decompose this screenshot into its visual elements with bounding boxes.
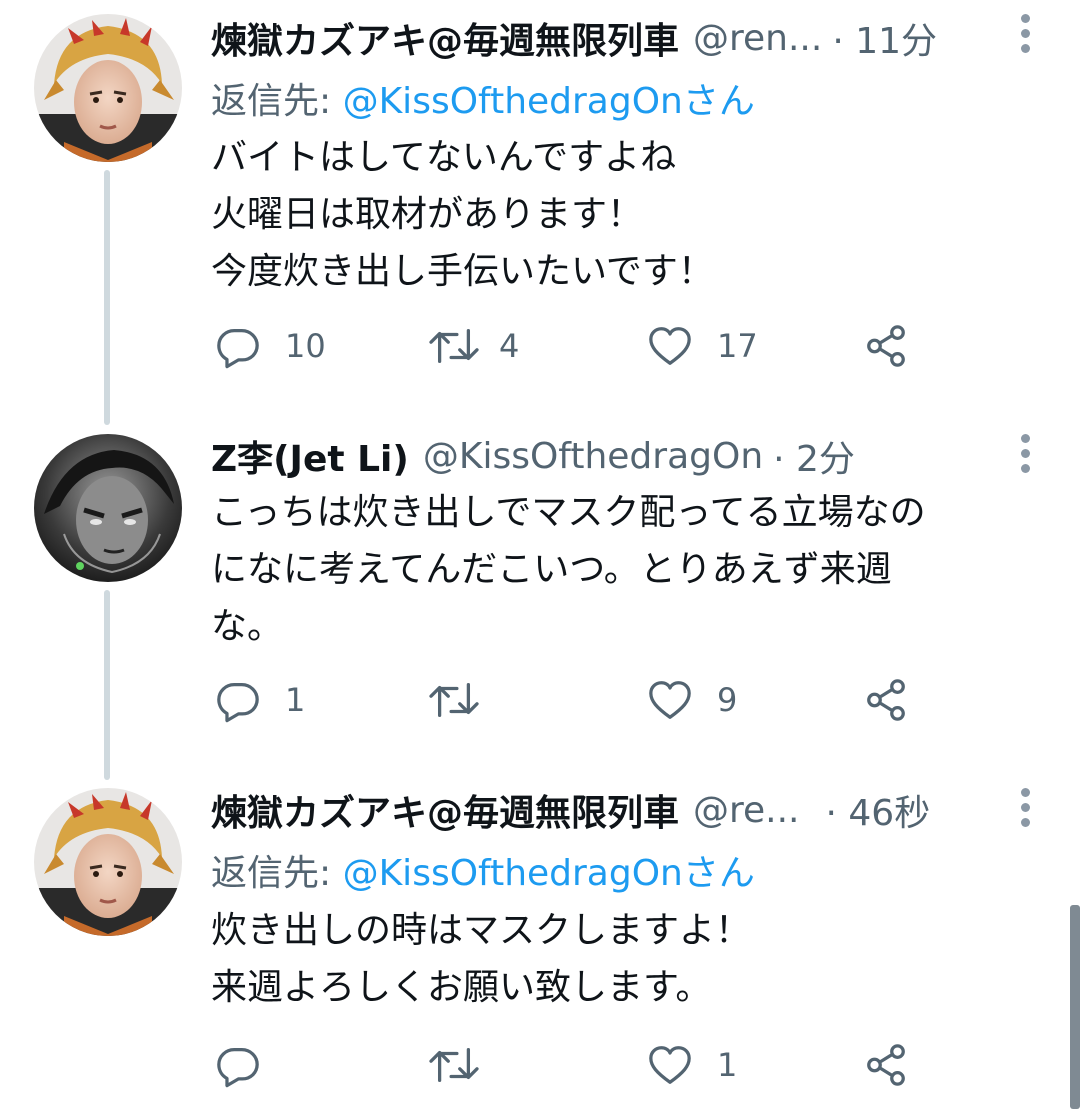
action-bar: 1 9 (211, 670, 931, 730)
retweet-icon (427, 323, 481, 369)
timestamp[interactable]: · 2分 (773, 430, 855, 482)
reply-button[interactable] (215, 1035, 285, 1095)
like-count: 17 (717, 327, 758, 365)
scrollbar[interactable] (1070, 905, 1080, 1109)
reply-button[interactable]: 1 (215, 670, 305, 730)
retweet-button[interactable]: 4 (427, 316, 519, 376)
tweet-text-line: になに考えてんだこいつ。とりあえず来週 (211, 549, 892, 590)
display-name[interactable]: Z李(Jet Li) (211, 430, 409, 482)
tweet-text-line: 炊き出しの時はマスクしますよ！ (211, 910, 752, 951)
reply-icon (215, 677, 261, 723)
retweet-count: 4 (499, 327, 520, 365)
share-button[interactable] (863, 670, 909, 730)
user-handle[interactable]: @re... (693, 790, 800, 831)
user-handle[interactable]: @KissOfthedragOn (423, 436, 763, 477)
reply-icon (215, 323, 261, 369)
action-bar: 1 (211, 1035, 931, 1095)
reply-count: 10 (285, 327, 326, 365)
tweet-text-line: バイトはしてないんですよね (211, 137, 677, 178)
retweet-button[interactable] (427, 670, 505, 730)
thread-line (104, 590, 110, 780)
tweet-3[interactable]: 煉獄カズアキ@毎週無限列車 @re... · 46秒 返信先: @KissOft… (0, 780, 1080, 1109)
timestamp[interactable]: · 11分 (832, 12, 937, 64)
retweet-icon (427, 1042, 481, 1088)
tweet-2[interactable]: Z李(Jet Li) @KissOfthedragOn · 2分 こっちは炊き出… (0, 420, 1080, 780)
heart-icon (647, 677, 693, 723)
display-name[interactable]: 煉獄カズアキ@毎週無限列車 (211, 784, 679, 836)
tweet-header: 煉獄カズアキ@毎週無限列車 @ren... · 11分 (211, 13, 1010, 63)
reply-mention-link[interactable]: @KissOfthedragOnさん (343, 81, 755, 122)
heart-icon (647, 323, 693, 369)
tweet-text: こっちは炊き出しでマスク配ってる立場なの になに考えてんだこいつ。とりあえず来週… (211, 484, 1040, 655)
share-icon (863, 323, 909, 369)
reply-prefix: 返信先: (211, 853, 343, 894)
like-count: 9 (717, 681, 738, 719)
reply-prefix: 返信先: (211, 81, 343, 122)
action-bar: 10 4 17 (211, 316, 931, 376)
like-button[interactable]: 17 (647, 316, 758, 376)
display-name[interactable]: 煉獄カズアキ@毎週無限列車 (211, 12, 679, 64)
avatar[interactable] (34, 434, 182, 582)
tweet-header: 煉獄カズアキ@毎週無限列車 @re... · 46秒 (211, 785, 1010, 835)
tweet-text-line: 今度炊き出し手伝いたいです！ (211, 251, 714, 292)
avatar[interactable] (34, 14, 182, 162)
more-vertical-icon[interactable] (1016, 14, 1036, 54)
reply-context: 返信先: @KissOfthedragOnさん (211, 844, 755, 896)
tweet-text: 炊き出しの時はマスクしますよ！ 来週よろしくお願い致します。 (211, 902, 1040, 1016)
like-button[interactable]: 9 (647, 670, 737, 730)
reply-context: 返信先: @KissOfthedragOnさん (211, 72, 755, 124)
tweet-header: Z李(Jet Li) @KissOfthedragOn · 2分 (211, 431, 1010, 481)
tweet-text-line: こっちは炊き出しでマスク配ってる立場なの (211, 492, 926, 533)
share-button[interactable] (863, 316, 909, 376)
like-button[interactable]: 1 (647, 1035, 737, 1095)
retweet-icon (427, 677, 481, 723)
reply-mention-link[interactable]: @KissOfthedragOnさん (343, 853, 755, 894)
tweet-text-line: な。 (211, 606, 284, 647)
reply-icon (215, 1042, 261, 1088)
thread-line (104, 170, 110, 425)
share-button[interactable] (863, 1035, 909, 1095)
avatar[interactable] (34, 788, 182, 936)
more-vertical-icon[interactable] (1016, 788, 1036, 828)
tweet-text-line: 火曜日は取材があります！ (211, 194, 644, 235)
tweet-text: バイトはしてないんですよね 火曜日は取材があります！ 今度炊き出し手伝いたいです… (211, 129, 1040, 300)
more-vertical-icon[interactable] (1016, 434, 1036, 474)
tweet-1[interactable]: 煉獄カズアキ@毎週無限列車 @ren... · 11分 返信先: @KissOf… (0, 0, 1080, 425)
heart-icon (647, 1042, 693, 1088)
like-count: 1 (717, 1046, 738, 1084)
reply-count: 1 (285, 681, 306, 719)
retweet-button[interactable] (427, 1035, 505, 1095)
reply-button[interactable]: 10 (215, 316, 326, 376)
user-handle[interactable]: @ren... (693, 18, 822, 59)
timestamp[interactable]: · 46秒 (826, 784, 931, 836)
share-icon (863, 1042, 909, 1088)
share-icon (863, 677, 909, 723)
tweet-text-line: 来週よろしくお願い致します。 (211, 967, 712, 1008)
